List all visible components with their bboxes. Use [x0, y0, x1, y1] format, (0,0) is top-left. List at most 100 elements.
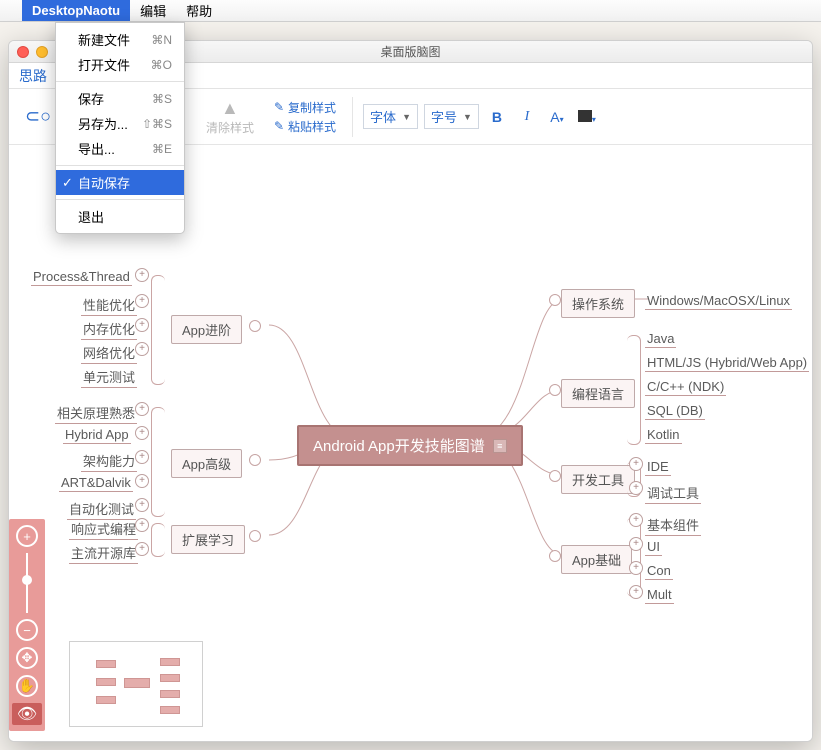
close-button[interactable] — [17, 46, 29, 58]
leaf-auto[interactable]: 自动化测试 — [67, 499, 136, 520]
node-app-senior[interactable]: App高级 — [171, 449, 242, 478]
expand-button[interactable]: + — [135, 498, 149, 512]
leaf-oss[interactable]: 主流开源库 — [69, 543, 138, 564]
tool-node-before[interactable]: ⊂○ — [17, 106, 59, 128]
italic-button[interactable]: I — [515, 109, 539, 125]
menu-save[interactable]: 保存⌘S — [56, 86, 184, 111]
zoom-in-button[interactable]: + — [16, 525, 38, 547]
menu-help[interactable]: 帮助 — [176, 0, 222, 21]
expand-button[interactable]: + — [135, 402, 149, 416]
menu-open-file[interactable]: 打开文件⌘O — [56, 52, 184, 77]
chevron-down-icon: ▾ — [592, 115, 596, 124]
expand-button[interactable]: + — [135, 426, 149, 440]
expand-button[interactable]: + — [629, 513, 643, 527]
leaf-ui[interactable]: UI — [645, 539, 662, 556]
leaf-process-thread[interactable]: Process&Thread — [31, 269, 132, 286]
leaf-label: 架构能力 — [83, 454, 135, 469]
node-port[interactable] — [549, 470, 561, 482]
menu-autosave[interactable]: ✓自动保存 — [56, 170, 184, 195]
leaf-osx[interactable]: Windows/MacOSX/Linux — [645, 293, 792, 310]
fill-color-button[interactable]: ▾ — [575, 109, 599, 125]
leaf-basic-comp[interactable]: 基本组件 — [645, 515, 701, 536]
expand-button[interactable]: + — [629, 561, 643, 575]
zoom-out-button[interactable]: − — [16, 619, 38, 641]
minimap[interactable] — [69, 641, 203, 727]
node-app-basic[interactable]: App基础 — [561, 545, 632, 574]
leaf-unit[interactable]: 单元测试 — [81, 367, 137, 388]
font-select[interactable]: 字体▼ — [363, 104, 418, 129]
menu-open-file-label: 打开文件 — [78, 55, 130, 74]
node-root[interactable]: Android App开发技能图谱 ≡ — [297, 425, 523, 466]
node-port[interactable] — [549, 294, 561, 306]
leaf-hybrid[interactable]: Hybrid App — [63, 427, 131, 444]
leaf-arch[interactable]: 架构能力 — [81, 451, 137, 472]
app-menu[interactable]: DesktopNaotu — [22, 0, 130, 21]
node-port[interactable] — [249, 454, 261, 466]
expand-button[interactable]: + — [629, 481, 643, 495]
menu-new-file[interactable]: 新建文件⌘N — [56, 27, 184, 52]
node-ext-learn[interactable]: 扩展学习 — [171, 525, 245, 554]
leaf-label: HTML/JS (Hybrid/Web App) — [647, 355, 807, 370]
node-port[interactable] — [249, 530, 261, 542]
leaf-mem[interactable]: 内存优化 — [81, 319, 137, 340]
app-menu-label: DesktopNaotu — [32, 3, 120, 18]
style-clipboard: ✎复制样式 ✎粘贴样式 — [268, 99, 342, 135]
leaf-kotlin[interactable]: Kotlin — [645, 427, 682, 444]
leaf-cpp[interactable]: C/C++ (NDK) — [645, 379, 726, 396]
leaf-html[interactable]: HTML/JS (Hybrid/Web App) — [645, 355, 809, 372]
note-icon[interactable]: ≡ — [493, 439, 507, 453]
leaf-label: 响应式编程 — [71, 522, 136, 537]
expand-button[interactable]: + — [135, 318, 149, 332]
leaf-debug[interactable]: 调试工具 — [645, 483, 701, 504]
node-os[interactable]: 操作系统 — [561, 289, 635, 318]
expand-button[interactable]: + — [135, 474, 149, 488]
leaf-mult[interactable]: Mult — [645, 587, 674, 604]
minimize-button[interactable] — [36, 46, 48, 58]
menu-quit[interactable]: 退出 — [56, 204, 184, 229]
leaf-label: SQL (DB) — [647, 403, 703, 418]
menu-edit[interactable]: 编辑 — [130, 0, 176, 21]
leaf-label: Mult — [647, 587, 672, 602]
leaf-ide[interactable]: IDE — [645, 459, 671, 476]
tab-active[interactable]: 思路 — [19, 66, 47, 86]
preview-toggle[interactable]: 👁 — [12, 703, 42, 725]
expand-button[interactable]: + — [135, 268, 149, 282]
node-port[interactable] — [549, 550, 561, 562]
node-port[interactable] — [249, 320, 261, 332]
leaf-reactive[interactable]: 响应式编程 — [69, 519, 138, 540]
expand-button[interactable]: + — [135, 342, 149, 356]
menu-export[interactable]: 导出...⌘E — [56, 136, 184, 161]
node-dev-tools[interactable]: 开发工具 — [561, 465, 635, 494]
bold-button[interactable]: B — [485, 109, 509, 125]
mindmap-canvas[interactable]: Android App开发技能图谱 ≡ App进阶 Process&Thread… — [9, 145, 812, 741]
leaf-sql[interactable]: SQL (DB) — [645, 403, 705, 420]
zoom-slider-knob[interactable] — [22, 575, 32, 585]
zoom-slider[interactable] — [26, 553, 28, 613]
menu-save-as[interactable]: 另存为...⇧⌘S — [56, 111, 184, 136]
node-port[interactable] — [549, 384, 561, 396]
expand-button[interactable]: + — [135, 518, 149, 532]
node-lang[interactable]: 编程语言 — [561, 379, 635, 408]
brush-icon: ✎ — [274, 100, 284, 114]
tool-copy-style[interactable]: ✎复制样式 — [274, 99, 336, 116]
leaf-con[interactable]: Con — [645, 563, 673, 580]
node-app-advance[interactable]: App进阶 — [171, 315, 242, 344]
expand-button[interactable]: + — [629, 585, 643, 599]
menu-new-file-label: 新建文件 — [78, 30, 130, 49]
expand-button[interactable]: + — [629, 537, 643, 551]
hand-button[interactable]: ✋ — [16, 675, 38, 697]
expand-button[interactable]: + — [135, 542, 149, 556]
expand-button[interactable]: + — [135, 294, 149, 308]
font-color-button[interactable]: A▾ — [545, 109, 569, 125]
size-select[interactable]: 字号▼ — [424, 104, 479, 129]
move-button[interactable]: ✥ — [16, 647, 38, 669]
tool-paste-style[interactable]: ✎粘贴样式 — [274, 118, 336, 135]
leaf-perf[interactable]: 性能优化 — [81, 295, 137, 316]
leaf-principle[interactable]: 相关原理熟悉 — [55, 403, 137, 424]
leaf-art[interactable]: ART&Dalvik — [59, 475, 133, 492]
leaf-java[interactable]: Java — [645, 331, 676, 348]
expand-button[interactable]: + — [629, 457, 643, 471]
expand-button[interactable]: + — [135, 450, 149, 464]
leaf-net[interactable]: 网络优化 — [81, 343, 137, 364]
tool-clear-style[interactable]: ▲清除样式 — [198, 97, 262, 136]
